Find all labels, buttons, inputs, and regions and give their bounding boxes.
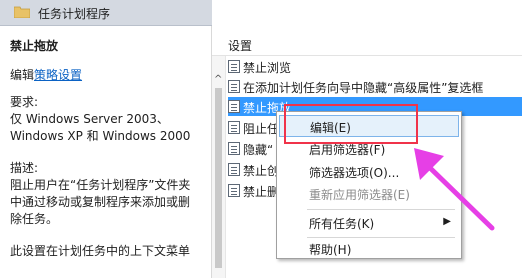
setting-row[interactable]: 禁止浏览 (228, 57, 522, 76)
policy-setting-icon (228, 142, 240, 155)
policy-setting-icon (228, 121, 240, 134)
policy-setting-icon (228, 80, 240, 93)
vertical-scrollbar[interactable]: ^ (212, 56, 226, 278)
description-line: 除任务。 (10, 212, 59, 226)
policy-setting-icon (228, 184, 240, 197)
description-line: 阻止用户在“任务计划程序”文件夹 (10, 178, 191, 192)
scroll-up-icon[interactable]: ^ (214, 74, 222, 85)
description-label: 描述: (10, 161, 39, 175)
edit-prefix: 编辑 (10, 68, 35, 82)
policy-setting-icon (228, 163, 240, 176)
setting-row-label: 隐藏“ (243, 143, 274, 157)
highlight-box-annotation (284, 104, 418, 144)
setting-row-label: 禁止删 (243, 185, 280, 199)
requirements-line: Windows XP 和 Windows 2000 (10, 129, 191, 143)
description-extra-line: 此设置在计划任务中的上下文菜单 (10, 244, 191, 258)
column-header-label: 设置 (228, 39, 253, 53)
menu-item-label: 筛选器选项(O)... (309, 166, 400, 180)
requirements-line: 仅 Windows Server 2003、 (10, 112, 169, 126)
pane-title: 任务计划程序 (38, 7, 111, 21)
folder-icon (14, 6, 30, 18)
setting-row-label: 禁止浏览 (243, 61, 292, 75)
column-header-setting[interactable]: 设置 (212, 34, 522, 56)
policy-setting-icon (228, 100, 240, 113)
scroll-thumb[interactable] (215, 88, 222, 268)
setting-row-label: 在添加计划任务向导中隐藏“高级属性”复选框 (243, 81, 484, 95)
policy-settings-link[interactable]: 策略设置 (34, 68, 82, 82)
pane-header: 任务计划程序 (0, 0, 212, 26)
policy-name: 禁止拖放 (10, 39, 59, 53)
menu-item-label: 所有任务(K) (309, 217, 375, 231)
menu-item-label: 重新应用筛选器(E) (309, 188, 410, 202)
setting-row-label: 阻止任 (243, 122, 280, 136)
policy-setting-icon (228, 60, 240, 73)
requirements-label: 要求: (10, 95, 39, 109)
menu-item-label: 帮助(H) (309, 243, 352, 257)
policy-description-pane: 任务计划程序 禁止拖放 编辑策略设置 要求: 仅 Windows Server … (0, 0, 212, 278)
pointer-arrow-annotation (414, 148, 495, 231)
setting-row[interactable]: 在添加计划任务向导中隐藏“高级属性”复选框 (228, 77, 522, 96)
setting-row-label: 禁止创 (243, 164, 280, 178)
description-line: 中通过移动或复制程序来添加或删 (10, 195, 191, 209)
